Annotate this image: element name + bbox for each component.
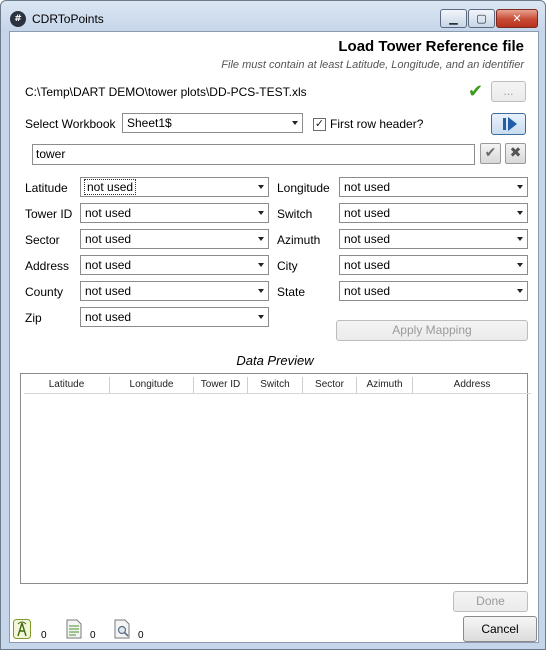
page-title: Load Tower Reference file (338, 38, 524, 55)
longitude-select[interactable]: not used (339, 177, 528, 197)
data-preview-grid[interactable]: Latitude Longitude Tower ID Switch Secto… (20, 373, 531, 584)
cancel-button[interactable]: Cancel (463, 616, 537, 642)
sector-select-value: not used (85, 232, 132, 246)
tower-id-select-value: not used (85, 206, 132, 220)
data-preview-title: Data Preview (236, 353, 314, 368)
city-select-value: not used (344, 258, 391, 272)
chevron-down-icon (258, 315, 264, 319)
chevron-down-icon (258, 211, 264, 215)
tower-count: 0 (41, 630, 47, 641)
switch-select-value: not used (344, 206, 391, 220)
minimize-button[interactable]: ▁ (440, 9, 467, 28)
county-label: County (25, 285, 64, 299)
longitude-select-value: not used (344, 180, 391, 194)
switch-label: Switch (277, 207, 313, 221)
column-header-switch[interactable]: Switch (248, 377, 303, 393)
chevron-down-icon (517, 289, 523, 293)
dialog-content: Load Tower Reference file File must cont… (9, 31, 539, 643)
document-count: 0 (90, 630, 96, 641)
zip-label: Zip (25, 311, 42, 325)
address-label: Address (25, 259, 70, 273)
state-label: State (277, 285, 306, 299)
address-select[interactable]: not used (80, 255, 269, 275)
state-select[interactable]: not used (339, 281, 528, 301)
first-row-header-checkbox[interactable]: ✓ (313, 118, 326, 131)
play-arrow-icon (508, 117, 517, 131)
workbook-select-value: Sheet1$ (127, 116, 172, 130)
document-icon (66, 619, 82, 639)
skip-bar-icon (503, 118, 506, 130)
tower-id-label: Tower ID (25, 207, 73, 221)
clear-filter-button[interactable]: ✖ (505, 143, 526, 164)
app-logo-icon: # (10, 11, 26, 27)
page-subtitle: File must contain at least Latitude, Lon… (221, 59, 524, 71)
azimuth-label: Azimuth (277, 233, 321, 247)
column-header-latitude[interactable]: Latitude (24, 377, 110, 393)
browse-button[interactable]: ... (491, 81, 526, 102)
column-header-sector[interactable]: Sector (303, 377, 357, 393)
chevron-down-icon (292, 121, 298, 125)
filter-input[interactable]: tower (32, 144, 475, 165)
county-select-value: not used (85, 284, 132, 298)
close-button[interactable]: ✕ (496, 9, 538, 28)
next-sheet-button[interactable] (491, 113, 526, 135)
chevron-down-icon (517, 263, 523, 267)
azimuth-select-value: not used (344, 232, 391, 246)
tower-id-select[interactable]: not used (80, 203, 269, 223)
chevron-down-icon (517, 237, 523, 241)
chevron-down-icon (258, 237, 264, 241)
document-search-count: 0 (138, 630, 144, 641)
chevron-down-icon (258, 289, 264, 293)
longitude-label: Longitude (277, 181, 330, 195)
column-header-longitude[interactable]: Longitude (110, 377, 194, 393)
apply-mapping-button[interactable]: Apply Mapping (336, 320, 528, 341)
window-title: CDRToPoints (32, 12, 104, 26)
chevron-down-icon (517, 211, 523, 215)
done-button[interactable]: Done (453, 591, 528, 612)
app-window: # CDRToPoints ▁ ▢ ✕ Load Tower Reference… (0, 0, 546, 650)
tower-icon (13, 619, 31, 639)
city-label: City (277, 259, 298, 273)
document-search-icon (114, 619, 130, 639)
workbook-select[interactable]: Sheet1$ (122, 113, 303, 133)
azimuth-select[interactable]: not used (339, 229, 528, 249)
chevron-down-icon (258, 185, 264, 189)
sector-select[interactable]: not used (80, 229, 269, 249)
apply-filter-button[interactable]: ✔ (480, 143, 501, 164)
zip-select-value: not used (85, 310, 132, 324)
checkmark-icon: ✔ (468, 81, 484, 101)
chevron-down-icon (517, 185, 523, 189)
latitude-select[interactable]: not used (80, 177, 269, 197)
column-header-tower-id[interactable]: Tower ID (194, 377, 248, 393)
switch-select[interactable]: not used (339, 203, 528, 223)
city-select[interactable]: not used (339, 255, 528, 275)
sector-label: Sector (25, 233, 60, 247)
chevron-down-icon (258, 263, 264, 267)
workbook-label: Select Workbook (25, 117, 116, 131)
county-select[interactable]: not used (80, 281, 269, 301)
file-path-label: C:\Temp\DART DEMO\tower plots\DD-PCS-TES… (25, 85, 307, 99)
maximize-button[interactable]: ▢ (468, 9, 495, 28)
zip-select[interactable]: not used (80, 307, 269, 327)
state-select-value: not used (344, 284, 391, 298)
column-header-address[interactable]: Address (413, 377, 531, 393)
column-header-azimuth[interactable]: Azimuth (357, 377, 413, 393)
first-row-header-label: First row header? (330, 117, 424, 131)
address-select-value: not used (85, 258, 132, 272)
latitude-label: Latitude (25, 181, 68, 195)
title-bar[interactable]: # CDRToPoints ▁ ▢ ✕ (1, 1, 545, 31)
grid-header: Latitude Longitude Tower ID Switch Secto… (24, 377, 531, 394)
latitude-select-value: not used (83, 179, 137, 195)
